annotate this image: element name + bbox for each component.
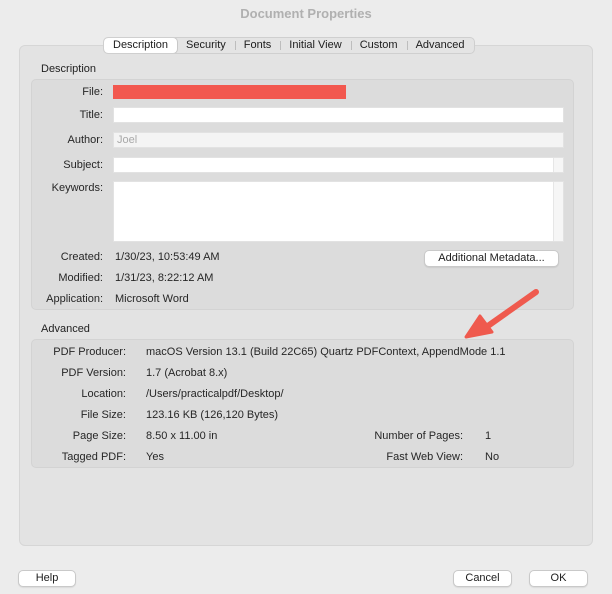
- tab-security[interactable]: Security: [177, 38, 235, 53]
- author-field[interactable]: Joel: [113, 132, 564, 148]
- modified-value: 1/31/23, 8:22:12 AM: [115, 272, 214, 284]
- title-label: Title:: [79, 109, 103, 121]
- ok-button[interactable]: OK: [529, 570, 588, 587]
- file-label: File:: [82, 86, 103, 98]
- keywords-scrollbar[interactable]: [553, 182, 563, 241]
- subject-label: Subject:: [63, 159, 103, 171]
- location-label: Location:: [81, 388, 126, 400]
- subject-field[interactable]: [113, 157, 564, 173]
- created-value: 1/30/23, 10:53:49 AM: [115, 251, 220, 263]
- tab-fonts[interactable]: Fonts: [234, 38, 281, 53]
- fast-web-view-label: Fast Web View:: [386, 451, 463, 463]
- help-button[interactable]: Help: [18, 570, 76, 587]
- advanced-section-title: Advanced: [41, 323, 90, 335]
- keywords-label: Keywords:: [51, 182, 103, 194]
- tagged-pdf-label: Tagged PDF:: [61, 451, 126, 463]
- number-of-pages-value: 1: [485, 430, 492, 442]
- tab-custom[interactable]: Custom: [350, 38, 407, 53]
- page-size-value: 8.50 x 11.00 in: [146, 430, 218, 442]
- tab-initial-view[interactable]: Initial View: [280, 38, 350, 53]
- file-size-value: 123.16 KB (126,120 Bytes): [146, 409, 279, 421]
- modified-label: Modified:: [58, 272, 103, 284]
- window-title: Document Properties: [240, 6, 372, 21]
- subject-scrollbar[interactable]: [553, 158, 563, 172]
- pdf-version-value: 1.7 (Acrobat 8.x): [146, 367, 228, 379]
- file-size-label: File Size:: [80, 409, 126, 421]
- pdf-producer-label: PDF Producer:: [53, 346, 126, 358]
- number-of-pages-label: Number of Pages:: [374, 430, 463, 442]
- keywords-field[interactable]: [113, 181, 564, 242]
- fast-web-view-value: No: [485, 451, 500, 463]
- document-properties-window: Document Properties Description Security…: [0, 0, 612, 594]
- application-value: Microsoft Word: [115, 293, 189, 305]
- tagged-pdf-value: Yes: [146, 451, 164, 463]
- author-label: Author:: [67, 134, 103, 146]
- advanced-group: [31, 339, 574, 468]
- pdf-producer-value: macOS Version 13.1 (Build 22C65) Quartz …: [146, 346, 506, 358]
- pdf-version-label: PDF Version:: [61, 367, 126, 379]
- description-section-title: Description: [41, 63, 97, 75]
- tab-description[interactable]: Description: [104, 38, 178, 53]
- title-field[interactable]: [113, 107, 564, 123]
- page-size-label: Page Size:: [72, 430, 126, 442]
- application-label: Application:: [46, 293, 103, 305]
- location-value: /Users/practicalpdf/Desktop/: [146, 388, 284, 400]
- tab-bar: Description Security Fonts Initial View …: [103, 37, 475, 54]
- file-value-redacted: [113, 85, 346, 99]
- created-label: Created:: [60, 251, 103, 263]
- tab-advanced[interactable]: Advanced: [406, 38, 474, 53]
- cancel-button[interactable]: Cancel: [453, 570, 512, 587]
- additional-metadata-button[interactable]: Additional Metadata...: [424, 250, 559, 267]
